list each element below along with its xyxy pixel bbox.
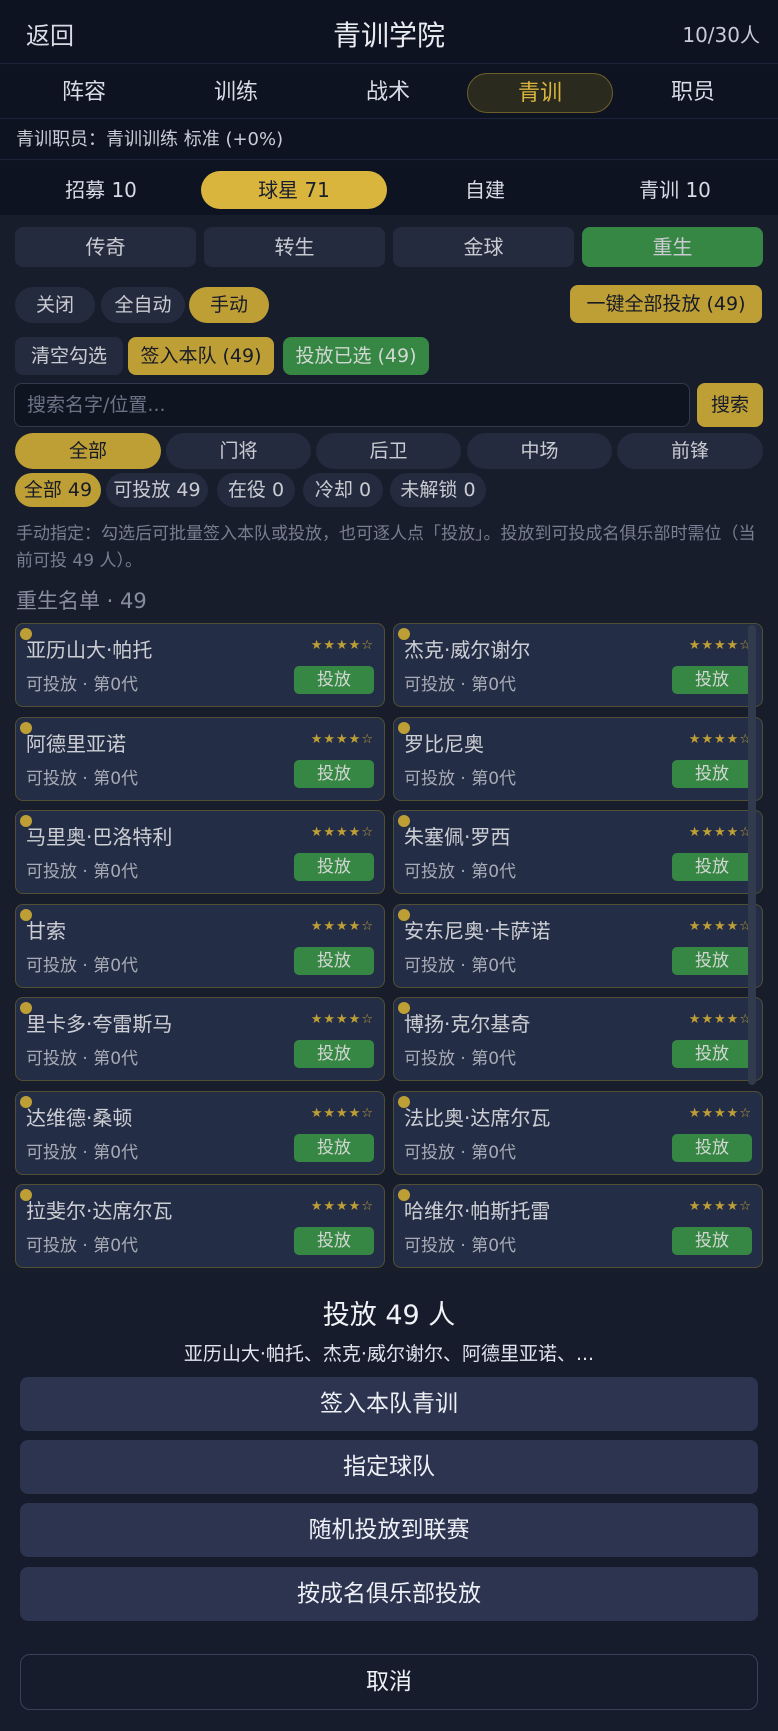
youth-staff-info: 青训职员：青训训练 标准 (+0%) (0, 120, 778, 160)
subtab-recruit[interactable]: 招募 10 (8, 171, 194, 209)
modal-backdrop[interactable] (0, 215, 778, 1273)
random-league-release-button[interactable]: 随机投放到联赛 (20, 1503, 758, 1557)
youth-academy-screen: 返回 青训学院 10/30人 阵容 训练 战术 青训 职员 青训职员：青训训练 … (0, 0, 778, 1731)
sign-to-youth-button[interactable]: 签入本队青训 (20, 1377, 758, 1431)
assign-team-button[interactable]: 指定球队 (20, 1440, 758, 1494)
cancel-button[interactable]: 取消 (20, 1654, 758, 1710)
sheet-player-summary: 亚历山大·帕托、杰克·威尔谢尔、阿德里亚诺、... (183, 1343, 595, 1365)
tab-staff[interactable]: 职员 (620, 73, 766, 113)
page-title: 青训学院 (332, 19, 445, 52)
tab-lineup[interactable]: 阵容 (11, 73, 157, 113)
squad-count: 10/30人 (682, 23, 760, 47)
sub-tabs: 招募 10 球星 71 自建 青训 10 (0, 161, 778, 215)
header: 返回 青训学院 10/30人 (0, 0, 778, 64)
tab-tactics[interactable]: 战术 (315, 73, 461, 113)
main-tabs: 阵容 训练 战术 青训 职员 (0, 65, 778, 119)
subtab-stars[interactable]: 球星 71 (201, 171, 387, 209)
subtab-youth[interactable]: 青训 10 (582, 171, 768, 209)
release-action-sheet: 投放 49 人 亚历山大·帕托、杰克·威尔谢尔、阿德里亚诺、... 签入本队青训… (0, 1273, 778, 1731)
famous-club-release-button[interactable]: 按成名俱乐部投放 (20, 1567, 758, 1621)
back-button[interactable]: 返回 (26, 16, 74, 51)
tab-youth[interactable]: 青训 (467, 73, 613, 113)
subtab-custom[interactable]: 自建 (392, 171, 578, 209)
sheet-title: 投放 49 人 (322, 1300, 456, 1331)
tab-training[interactable]: 训练 (163, 73, 309, 113)
